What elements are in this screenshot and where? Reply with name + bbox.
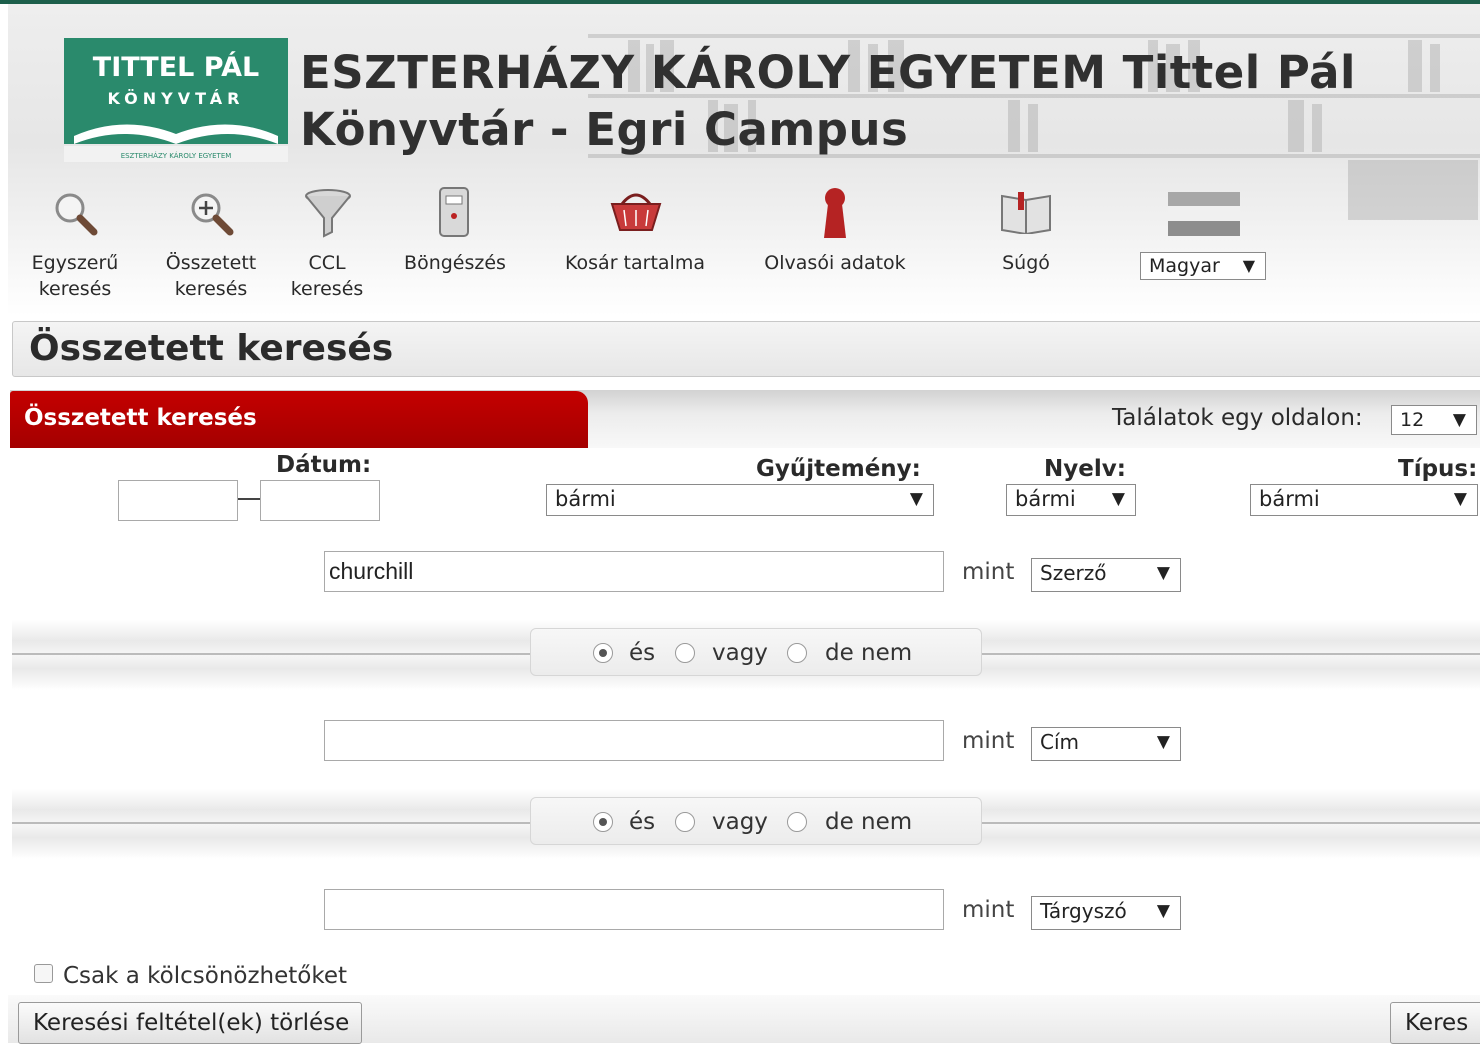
nav-simple-search-line2: keresés (38, 278, 112, 300)
nav-reader-data[interactable]: Olvasói adatok (746, 250, 924, 276)
operator-and-label-2: és (629, 809, 656, 835)
chevron-down-icon: ▼ (1111, 489, 1125, 509)
type-label: Típus: (1398, 456, 1478, 482)
site-title-line1: ESZTERHÁZY KÁROLY EGYETEM Tittel Pál (300, 46, 1356, 99)
operator-and-radio-2[interactable] (593, 812, 613, 832)
form-tab-label: Összetett keresés (24, 405, 257, 431)
svg-text:ESZTERHÁZY KÁROLY EGYETEM: ESZTERHÁZY KÁROLY EGYETEM (121, 151, 232, 160)
nav-help[interactable]: Súgó (976, 250, 1076, 276)
date-to-input[interactable] (260, 480, 380, 521)
chevron-down-icon: ▼ (1242, 256, 1255, 275)
chevron-down-icon: ▼ (1156, 732, 1170, 752)
nav-basket[interactable]: Kosár tartalma (548, 250, 722, 276)
operator-or-radio-2[interactable] (675, 812, 695, 832)
language-select-value: Magyar (1149, 255, 1220, 277)
nav-advanced-search-line1: Összetett (165, 252, 257, 274)
language-filter-label: Nyelv: (1044, 456, 1126, 482)
chevron-down-icon: ▼ (909, 489, 923, 509)
date-range-dash (238, 498, 260, 500)
search-term-input-3[interactable] (324, 889, 944, 930)
library-logo[interactable]: TITTEL PÁL KÖNYVTÁR ESZTERHÁZY KÁROLY EG… (64, 38, 288, 162)
language-select[interactable]: Magyar ▼ (1140, 252, 1266, 280)
date-from-input[interactable] (118, 480, 238, 521)
search-button[interactable]: Keres (1390, 1002, 1480, 1044)
keyhole-icon[interactable] (820, 186, 850, 240)
field-select-2[interactable]: Cím ▼ (1031, 727, 1181, 761)
collection-label: Gyűjtemény: (756, 456, 921, 482)
operator-or-label-2: vagy (712, 809, 768, 835)
card-catalog-icon[interactable] (436, 186, 472, 238)
magnifier-icon[interactable] (50, 190, 100, 236)
type-select[interactable]: bármi ▼ (1250, 484, 1478, 516)
mint-label-3: mint (962, 897, 1015, 923)
operator-not-radio-1[interactable] (787, 643, 807, 663)
funnel-icon[interactable] (304, 188, 352, 238)
loanable-only-label: Csak a kölcsönözhetőket (63, 963, 348, 989)
nav-ccl-search-line2: keresés (290, 278, 364, 300)
boolean-operator-bar-2: és vagy de nem (12, 789, 1480, 859)
chevron-down-icon: ▼ (1156, 901, 1170, 921)
nav-browse[interactable]: Böngészés (390, 250, 520, 276)
nav-simple-search-line1: Egyszerű (31, 252, 119, 274)
page-title-bar: Összetett keresés (12, 321, 1480, 377)
mint-label-1: mint (962, 559, 1015, 585)
nav-advanced-search-line2: keresés (174, 278, 248, 300)
operator-not-label-1: de nem (825, 640, 913, 666)
book-icon[interactable] (1000, 190, 1052, 234)
hits-per-page-value: 12 (1400, 409, 1425, 431)
site-title-line2: Könyvtár - Egri Campus (300, 103, 909, 156)
field-select-3[interactable]: Tárgyszó ▼ (1031, 896, 1181, 930)
boolean-operator-group-2: és vagy de nem (530, 797, 982, 845)
svg-text:TITTEL PÁL: TITTEL PÁL (93, 51, 259, 83)
field-select-1-value: Szerző (1040, 561, 1107, 585)
boolean-operator-bar-1: és vagy de nem (12, 620, 1480, 690)
nav-simple-search[interactable]: Egyszerű keresés (18, 250, 132, 302)
language-filter-select[interactable]: bármi ▼ (1006, 484, 1136, 516)
page-title: Összetett keresés (29, 328, 394, 369)
svg-text:KÖNYVTÁR: KÖNYVTÁR (107, 89, 244, 108)
operator-and-label-1: és (629, 640, 656, 666)
collection-select-value: bármi (555, 487, 616, 511)
clear-criteria-button[interactable]: Keresési feltétel(ek) törlése (18, 1002, 362, 1044)
boolean-operator-group-1: és vagy de nem (530, 628, 982, 676)
field-select-1[interactable]: Szerző ▼ (1031, 558, 1181, 592)
loanable-only-checkbox[interactable] (34, 964, 53, 983)
mint-label-2: mint (962, 728, 1015, 754)
site-title: ESZTERHÁZY KÁROLY EGYETEM Tittel Pál Kön… (300, 44, 1440, 158)
operator-not-radio-2[interactable] (787, 812, 807, 832)
nav-ccl-search[interactable]: CCL keresés (278, 250, 376, 302)
chevron-down-icon: ▼ (1453, 489, 1467, 509)
operator-or-label-1: vagy (712, 640, 768, 666)
field-select-3-value: Tárgyszó (1040, 899, 1127, 923)
hungarian-flag-icon[interactable] (1168, 192, 1240, 236)
search-term-input-1[interactable] (324, 551, 944, 592)
collection-select[interactable]: bármi ▼ (546, 484, 934, 516)
operator-and-radio-1[interactable] (593, 643, 613, 663)
hits-per-page-label: Találatok egy oldalon: (1112, 405, 1363, 431)
form-tab-advanced-search[interactable]: Összetett keresés (10, 391, 588, 448)
field-select-2-value: Cím (1040, 730, 1080, 754)
date-label: Dátum: (276, 452, 372, 478)
chevron-down-icon: ▼ (1156, 563, 1170, 583)
type-select-value: bármi (1259, 487, 1320, 511)
hits-per-page-select[interactable]: 12 ▼ (1391, 405, 1477, 435)
operator-not-label-2: de nem (825, 809, 913, 835)
language-filter-value: bármi (1015, 487, 1076, 511)
chevron-down-icon: ▼ (1452, 410, 1466, 430)
operator-or-radio-1[interactable] (675, 643, 695, 663)
zoom-in-icon[interactable] (186, 190, 236, 236)
nav-ccl-search-line1: CCL (308, 252, 346, 274)
basket-icon[interactable] (610, 190, 662, 234)
nav-advanced-search[interactable]: Összetett keresés (152, 250, 270, 302)
search-term-input-2[interactable] (324, 720, 944, 761)
